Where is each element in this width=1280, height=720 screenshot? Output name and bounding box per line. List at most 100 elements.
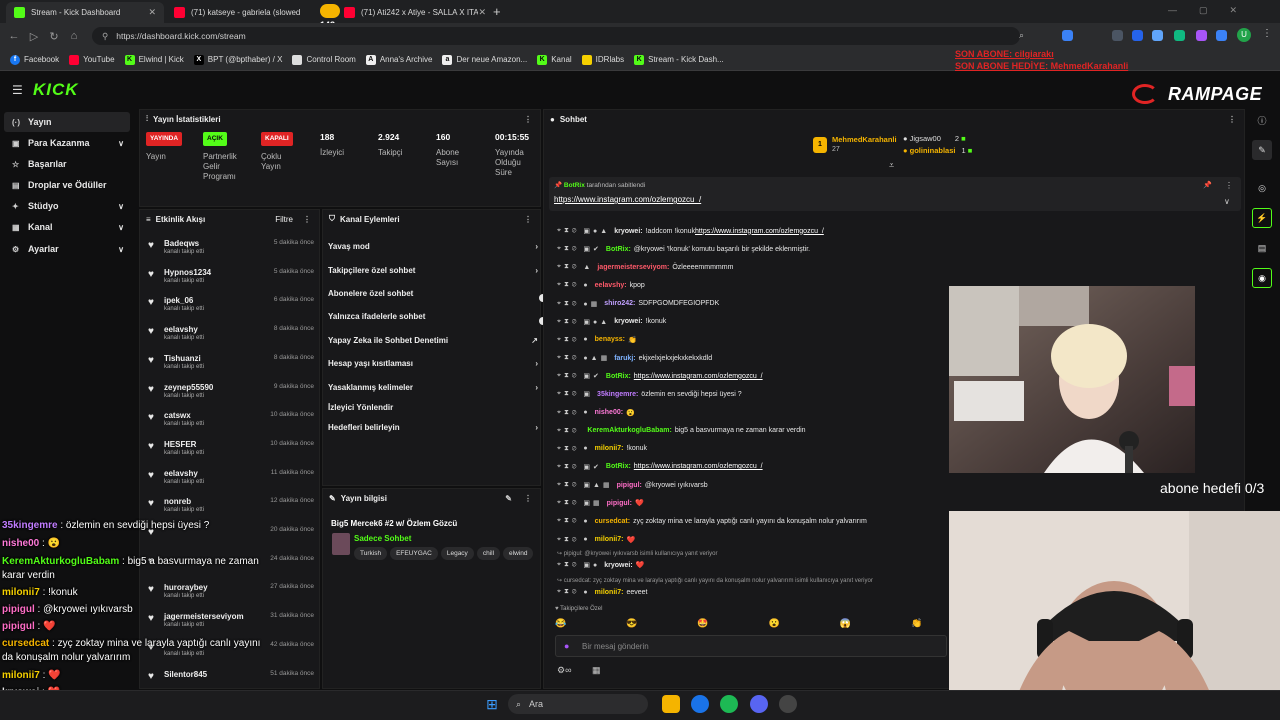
site-info-icon[interactable]: ⚲	[102, 31, 108, 42]
sidebar-icon[interactable]	[1216, 30, 1227, 41]
chevron-right-icon[interactable]: ›	[535, 359, 538, 368]
bookmark-amazon[interactable]: a Der neue Amazon...	[442, 54, 527, 65]
browser-tab-youtube-1[interactable]: (71) katseye - gabriela (slowed	[166, 2, 322, 23]
chat-username[interactable]: KeremAkturkogluBabam:	[587, 427, 671, 434]
activity-username[interactable]: Hypnos1234	[164, 268, 211, 277]
chat-username[interactable]: milonii7:	[595, 589, 624, 596]
chat-message[interactable]: ⌖⧗⊘ ●▦ shiro242: SDFPGOMDFEGIOPFDK	[557, 296, 947, 312]
chevron-down-icon[interactable]: ∨	[118, 202, 124, 211]
chat-username[interactable]: kryowei:	[614, 228, 642, 235]
activity-username[interactable]: zeynep55590	[164, 383, 213, 392]
activity-username[interactable]: huroraybey	[164, 583, 208, 592]
chat-link[interactable]: https://www.instagram.com/ozlemgozcu_/	[634, 373, 763, 380]
bookmark-elwind[interactable]: K Elwind | Kick	[124, 54, 184, 65]
chat-message[interactable]: ⌖⧗⊘ ● cursedcat: zyç zoktay mina ve larayla…	[557, 513, 947, 529]
home-icon[interactable]: ⌂	[64, 30, 84, 42]
tag-chip[interactable]: EFEUYGAC	[390, 547, 438, 560]
file-explorer-icon[interactable]	[662, 695, 680, 713]
mod-action-icons[interactable]: ⌖⧗⊘	[557, 318, 579, 326]
bookmark-stream-dash[interactable]: K Stream - Kick Dash...	[634, 54, 724, 65]
quick-emote-bar[interactable]: 😂😎🤩😮😱👏	[555, 618, 935, 632]
chat-username[interactable]: BotRix:	[606, 463, 631, 470]
edit-layout-icon[interactable]: ✎	[1252, 140, 1272, 160]
chat-username[interactable]: cursedcat:	[595, 518, 630, 525]
chevron-right-icon[interactable]: ›	[535, 242, 538, 251]
chat-username[interactable]: kryowei:	[614, 318, 642, 325]
tag-chip[interactable]: Legacy	[440, 547, 474, 560]
sidebar-item[interactable]: ▤ Droplar ve Ödüller	[4, 175, 130, 195]
chat-message[interactable]: ⌖⧗⊘ KeremAkturkogluBabam: big5 a basvurmay…	[557, 423, 947, 439]
more-options-icon[interactable]: ⋮	[524, 494, 532, 503]
bookmark-control-room[interactable]: Control Room	[292, 54, 356, 65]
mod-action-icons[interactable]: ⌖⧗⊘	[557, 300, 579, 308]
unpin-icon[interactable]: 📌	[1203, 181, 1212, 189]
reload-icon[interactable]: ↻	[44, 30, 64, 43]
activity-username[interactable]: eelavshy	[164, 325, 198, 334]
chevron-right-icon[interactable]: ›	[535, 266, 538, 275]
chat-message[interactable]: ⌖⧗⊘ ● nishe00: 😮	[557, 405, 947, 421]
chevron-down-icon[interactable]: ∨	[118, 139, 124, 148]
chat-message[interactable]: ⌖⧗⊘ ● milonii7: !konuk	[557, 441, 947, 457]
forward-icon[interactable]: ▷	[24, 30, 44, 43]
extension-icon[interactable]	[1062, 30, 1073, 41]
new-tab-button[interactable]: +	[493, 4, 501, 19]
calendar-icon[interactable]: ▦	[592, 665, 601, 676]
chat-message[interactable]: ⌖⧗⊘ ▣▦ pipigul: ❤️	[557, 495, 947, 511]
chat-message[interactable]: ⌖⧗⊘ ●▲▦ farukj: ekjxelxjekxjekxkekxkdld	[557, 350, 947, 366]
chat-username[interactable]: 35kingemre:	[597, 391, 638, 398]
mod-action-icons[interactable]: ⌖⧗⊘	[557, 372, 579, 380]
discord-icon[interactable]	[750, 695, 768, 713]
expand-leaderboard-icon[interactable]: ⩡	[889, 160, 894, 171]
leaderboard-top-user[interactable]: MehmedKarahanli	[832, 135, 897, 144]
mod-action-icons[interactable]: ⌖⧗⊘	[557, 390, 579, 398]
hamburger-menu-icon[interactable]: ☰	[12, 83, 23, 97]
activity-username[interactable]: eelavshy	[164, 469, 198, 478]
microphone-icon[interactable]: ●	[564, 641, 569, 651]
bookmark-bpt[interactable]: X BPT (@bpthaber) / X	[193, 54, 282, 65]
tag-chip[interactable]: chill	[476, 547, 501, 560]
chat-username[interactable]: kryowei:	[604, 562, 632, 569]
chat-username[interactable]: pipigul:	[617, 482, 642, 489]
menu-icon[interactable]: ⋮	[1262, 28, 1273, 39]
mod-action-icons[interactable]: ⌖⧗⊘	[557, 409, 579, 417]
channel-action-item[interactable]: Abonelere özel sohbet	[328, 283, 538, 303]
sidebar-item[interactable]: ▦ Kanal ∨	[4, 217, 130, 237]
channel-action-item[interactable]: Takipçilere özel sohbet ›	[328, 260, 538, 280]
chat-username[interactable]: jagermeisterseviyom:	[597, 264, 669, 271]
sidebar-item[interactable]: ✦ Stüdyo ∨	[4, 196, 130, 216]
activity-username[interactable]: Silentor845	[164, 670, 207, 679]
back-icon[interactable]: ←	[4, 30, 24, 42]
activity-username[interactable]: ipek_06	[164, 296, 193, 305]
mod-action-icons[interactable]: ⌖⧗⊘	[557, 245, 579, 253]
channel-action-item[interactable]: Yavaş mod ›	[328, 236, 538, 256]
chat-link[interactable]: https://www.instagram.com/ozlemgozcu_/	[695, 228, 824, 235]
chat-message[interactable]: ⌖⧗⊘ ▣✔ BotRix: https://www.instagram.com/oz…	[557, 368, 947, 384]
extension-icon[interactable]	[1152, 30, 1163, 41]
sidebar-item[interactable]: (·) Yayın	[4, 112, 130, 132]
activity-username[interactable]: Badeqws	[164, 239, 199, 248]
filter-button[interactable]: Filtre	[275, 215, 293, 224]
chat-message[interactable]: ⌖⧗⊘ ● eelavshy: kpop	[557, 277, 947, 293]
more-options-icon[interactable]: ⋮	[524, 215, 532, 224]
chrome-icon[interactable]	[691, 695, 709, 713]
channel-action-item[interactable]: İzleyici Yönlendir	[328, 397, 538, 417]
pinned-link[interactable]: https://www.instagram.com/ozlemgozcu_/	[554, 195, 701, 204]
tag-chip[interactable]: Turkish	[354, 547, 388, 560]
chat-message[interactable]: ⌖⧗⊘ ● milonii7: ❤️	[557, 532, 947, 548]
spotify-icon[interactable]	[720, 695, 738, 713]
browser-tab-kick-dashboard[interactable]: Stream - Kick Dashboard ✕	[6, 2, 164, 23]
extension-icon[interactable]	[1112, 30, 1123, 41]
chat-message[interactable]: ⌖⧗⊘ ▲ jagermeisterseviyom: Özleeeemmmmmm	[557, 259, 947, 275]
chat-message[interactable]: ⌖⧗⊘ ● benayss: 👏	[557, 332, 947, 348]
more-options-icon[interactable]: ⋮	[303, 215, 311, 224]
chevron-right-icon[interactable]: ›	[535, 383, 538, 392]
sidebar-item[interactable]: ▣ Para Kazanma ∨	[4, 133, 130, 153]
channel-action-item[interactable]: Yapay Zeka ile Sohbet Denetimi ↗	[328, 330, 538, 350]
activity-username[interactable]: catswx	[164, 411, 191, 420]
mod-action-icons[interactable]: ⌖⧗⊘	[557, 427, 579, 435]
activity-username[interactable]: Tishuanzi	[164, 354, 201, 363]
mod-action-icons[interactable]: ⌖⧗⊘	[557, 517, 579, 525]
bookmark-idrlabs[interactable]: IDRlabs	[581, 54, 624, 65]
chat-username[interactable]: BotRix:	[606, 246, 631, 253]
chat-icon[interactable]: ◉	[1252, 268, 1272, 288]
